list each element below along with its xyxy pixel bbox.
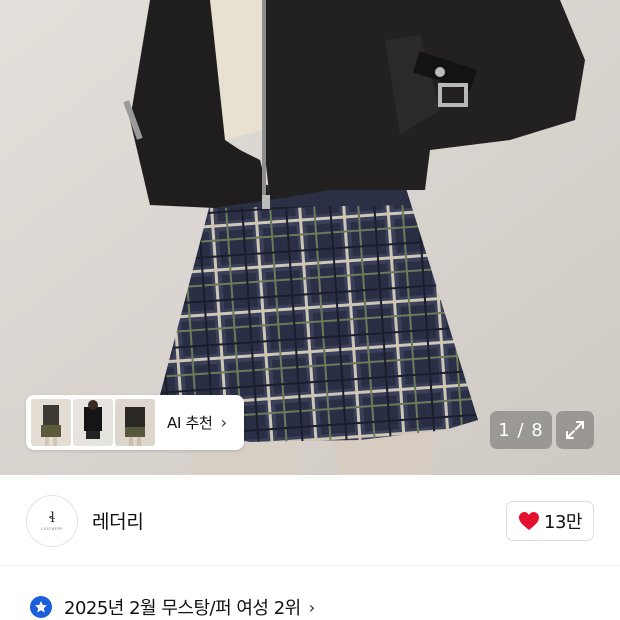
like-button[interactable]: 13만 [506,500,594,541]
store-row: ɬ LEATHERY 레더리 13만 [0,476,620,566]
ai-recommend-card[interactable]: AI 추천 › [26,395,244,450]
star-badge-icon [30,596,52,618]
product-image[interactable]: AI 추천 › 1 / 8 [0,0,620,475]
product-detail-page: AI 추천 › 1 / 8 ɬ LEATHERY 레더리 13만 2025년 2… [0,0,620,620]
image-counter: 1 / 8 [490,411,552,449]
store-name[interactable]: 레더리 [92,507,144,534]
ranking-link[interactable]: 2025년 2월 무스탕/퍼 여성 2위 › [30,594,315,620]
chevron-right-icon: › [220,413,227,432]
ai-recommend-label: AI 추천 [167,414,213,432]
like-count: 13만 [544,511,582,533]
ai-thumb-3 [115,399,155,446]
expand-icon [566,421,584,439]
store-logo-icon[interactable]: ɬ LEATHERY [26,494,78,547]
ai-thumb-1 [31,399,71,446]
expand-button[interactable] [556,411,594,449]
ai-thumb-2 [73,399,113,446]
heart-icon [519,511,540,530]
chevron-right-icon: › [308,597,316,617]
ranking-text: 2025년 2월 무스탕/퍼 여성 2위 [64,598,301,619]
